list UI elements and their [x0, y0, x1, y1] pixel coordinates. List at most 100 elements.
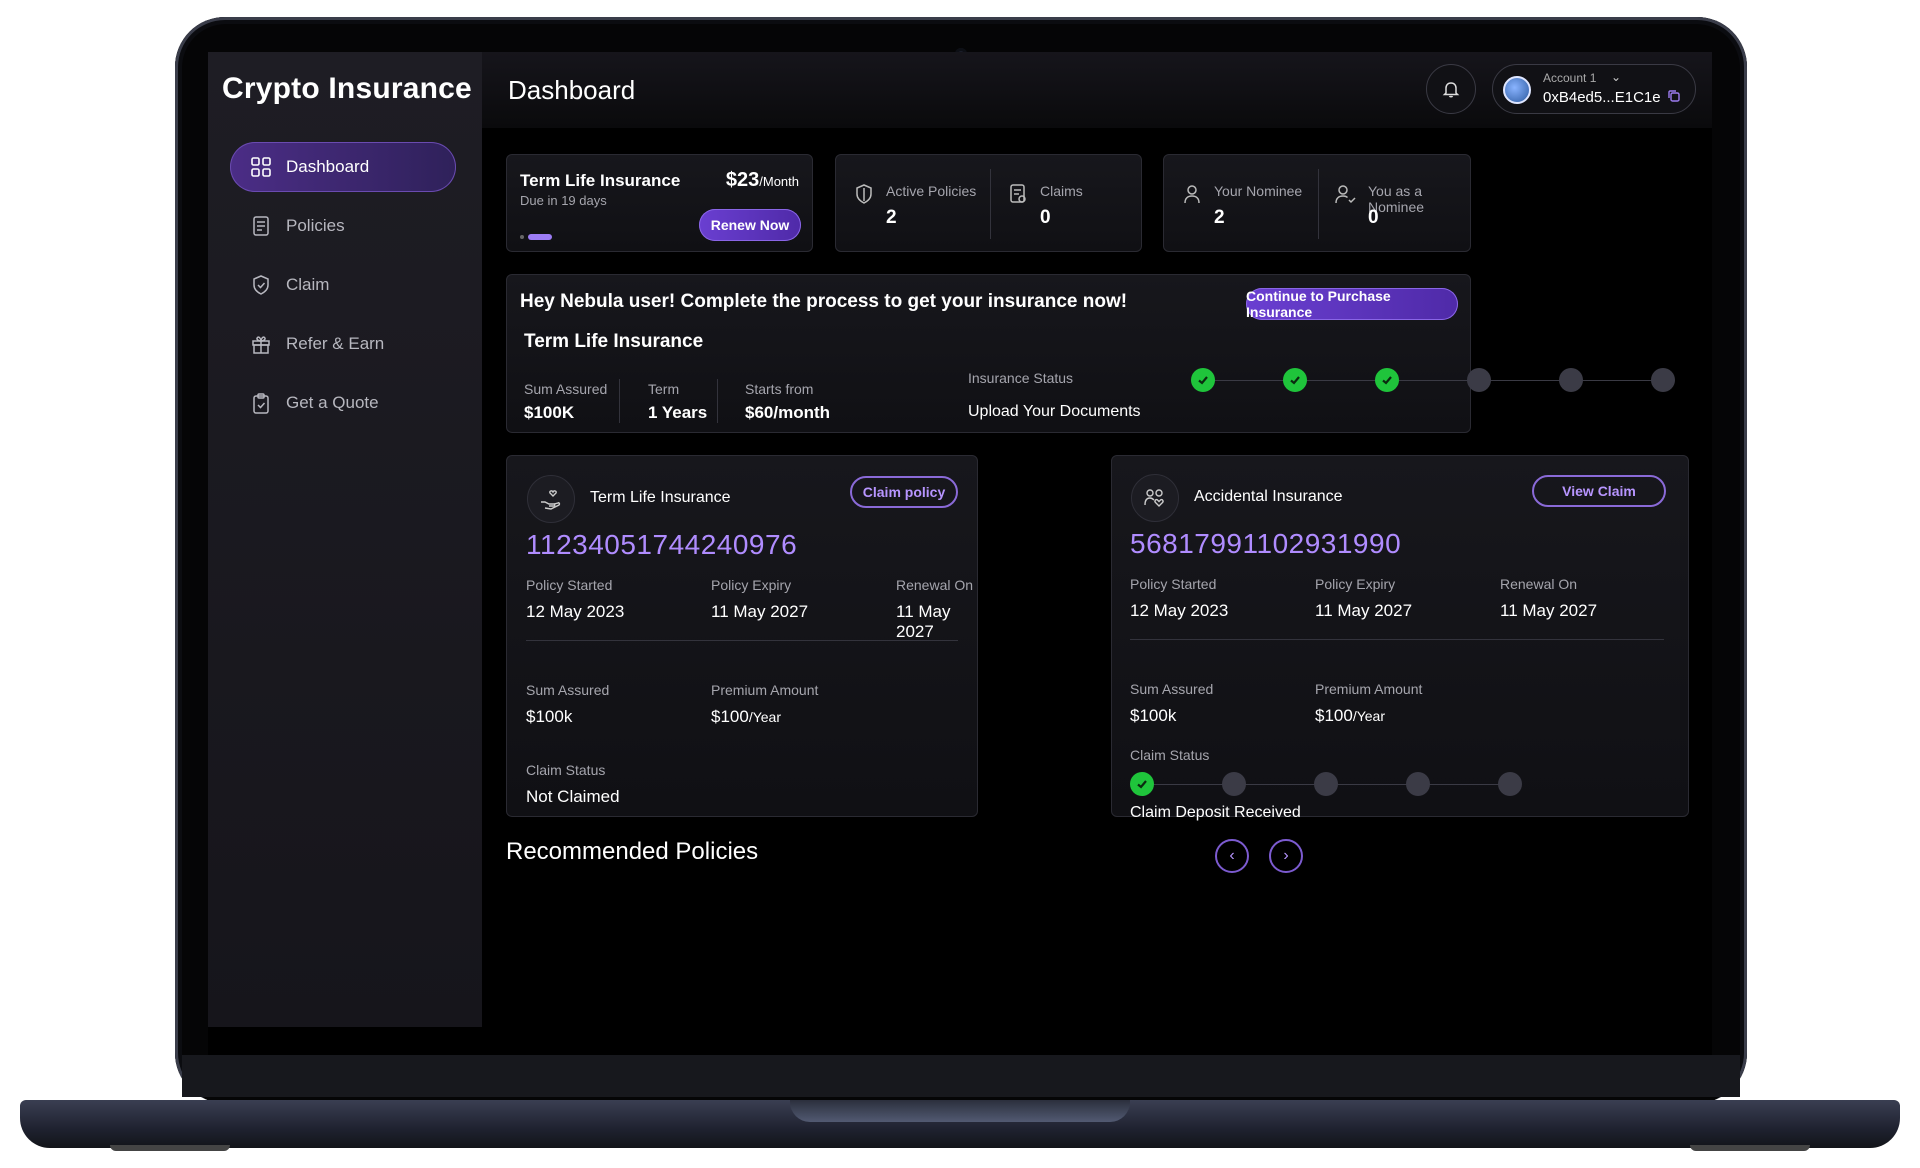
stepper-track	[1203, 380, 1663, 381]
claim-status-value: Claim Deposit Received	[1130, 804, 1301, 821]
policy-stats-card: Active Policies 2 Claims 0	[835, 154, 1142, 252]
document-icon	[250, 215, 272, 237]
divider	[619, 379, 620, 423]
as-nominee-label: You as a Nominee	[1368, 183, 1425, 215]
carousel-dot[interactable]	[520, 235, 524, 239]
wallet-avatar	[1503, 76, 1531, 104]
user-check-icon	[1335, 185, 1356, 204]
user-icon	[1184, 185, 1200, 204]
recommended-title: Recommended Policies	[506, 838, 759, 865]
topbar: Dashboard Account 1 ⌄ 0xB4ed5...E1C1e	[482, 52, 1712, 128]
policy-card-content: Accidental Insurance View Claim 56817991…	[1111, 455, 1689, 821]
laptop-foot-left	[110, 1145, 230, 1151]
nominee-label: Your Nominee	[1214, 183, 1303, 199]
policy-number: 11234051744240976	[526, 529, 798, 560]
renewal-value: 11 May 2027	[896, 602, 951, 641]
account-label: Account 1	[1543, 71, 1597, 85]
policy-card: Term Life Insurance Claim policy 1123405…	[506, 455, 978, 817]
hand-heart-icon	[527, 475, 575, 523]
step-pending-icon	[1559, 368, 1583, 392]
sidebar: Crypto Insurance Dashboard Policies Clai…	[208, 52, 482, 1027]
purchase-headline: Hey Nebula user! Complete the process to…	[520, 291, 1128, 312]
step-pending-icon	[1314, 772, 1338, 796]
policy-started-value: 12 May 2023	[1130, 601, 1229, 620]
page-title: Dashboard	[508, 75, 636, 105]
shield-icon	[856, 184, 872, 204]
premium-unit: /Year	[1352, 708, 1386, 724]
renew-now-button[interactable]: Renew Now	[699, 209, 801, 241]
sidebar-item-refer-earn[interactable]: Refer & Earn	[230, 319, 456, 369]
continue-purchase-button[interactable]: Continue to Purchase Insurance	[1246, 288, 1458, 320]
premium-value: $100	[711, 707, 749, 726]
step-pending-icon	[1222, 772, 1246, 796]
starts-from-label: Starts from	[745, 381, 814, 397]
as-nominee-value: 0	[1368, 207, 1379, 228]
premium-value: $100	[1315, 706, 1353, 725]
term-label: Term	[648, 381, 680, 397]
policy-number: 56817991102931990	[1130, 528, 1402, 559]
renewal-label: Renewal On	[896, 577, 974, 593]
claims-value: 0	[1040, 207, 1051, 228]
renewal-price: $23	[725, 169, 760, 191]
claim-policy-button[interactable]: Claim policy	[850, 476, 958, 508]
nominee-stats-card: Your Nominee 2 You as a Nominee 0	[1163, 154, 1471, 252]
policy-started-label: Policy Started	[1130, 576, 1217, 592]
brand-title: Crypto Insurance	[222, 72, 472, 105]
shield-check-icon	[250, 274, 272, 296]
divider	[990, 169, 991, 239]
step-complete-icon	[1375, 368, 1399, 392]
divider	[717, 379, 718, 423]
sum-assured-label: Sum Assured	[524, 381, 608, 397]
insurance-status-text: Upload Your Documents	[968, 403, 1141, 420]
gift-icon	[250, 333, 272, 355]
divider	[1130, 639, 1664, 640]
sidebar-item-policies[interactable]: Policies	[230, 201, 456, 251]
term-value: 1 Years	[648, 403, 708, 422]
sidebar-item-label: Policies	[286, 216, 345, 235]
prev-button[interactable]: ‹	[1215, 839, 1249, 873]
copy-icon[interactable]	[1667, 89, 1681, 103]
sum-assured-label: Sum Assured	[526, 682, 610, 698]
account-selector[interactable]: Account 1 ⌄ 0xB4ed5...E1C1e	[1492, 64, 1696, 114]
sum-assured-value: $100K	[524, 403, 575, 422]
step-pending-icon	[1498, 772, 1522, 796]
starts-from-value: $60/month	[745, 403, 831, 422]
policy-name: Accidental Insurance	[1194, 488, 1343, 505]
next-button[interactable]: ›	[1269, 839, 1303, 873]
chevron-left-icon: ‹	[1229, 847, 1235, 864]
premium-value-group: $100/Year	[711, 707, 781, 727]
renewal-value: 11 May 2027	[1500, 601, 1598, 620]
step-pending-icon	[1406, 772, 1430, 796]
renewal-price-unit: /Month	[759, 174, 799, 189]
sidebar-item-claim[interactable]: Claim	[230, 260, 456, 310]
renewal-title: Term Life Insurance	[520, 171, 681, 190]
sidebar-item-label: Claim	[286, 275, 330, 294]
policy-expiry-label: Policy Expiry	[1315, 576, 1396, 592]
grid-icon	[250, 156, 272, 178]
notifications-button[interactable]	[1426, 64, 1476, 114]
laptop-chin	[182, 1055, 1740, 1097]
policy-expiry-value: 11 May 2027	[711, 602, 809, 621]
active-policies-label: Active Policies	[886, 183, 977, 199]
carousel-dot-active[interactable]	[528, 234, 552, 240]
renewal-due: Due in 19 days	[520, 193, 607, 208]
chevron-right-icon: ›	[1283, 847, 1289, 864]
nominee-value: 2	[1214, 207, 1225, 228]
laptop-foot-right	[1690, 1145, 1810, 1151]
premium-unit: /Year	[748, 709, 782, 725]
claim-status-value: Not Claimed	[526, 787, 620, 806]
step-complete-icon	[1191, 368, 1215, 392]
sidebar-item-dashboard[interactable]: Dashboard	[230, 142, 456, 192]
laptop-notch	[790, 1100, 1130, 1122]
view-claim-button[interactable]: View Claim	[1532, 475, 1666, 507]
premium-label: Premium Amount	[711, 682, 819, 698]
active-policies-value: 2	[886, 207, 897, 228]
renewal-price-group: $23/Month	[726, 169, 799, 192]
sidebar-item-get-quote[interactable]: Get a Quote	[230, 378, 456, 428]
step-complete-icon	[1130, 772, 1154, 796]
sidebar-item-label: Dashboard	[286, 157, 370, 176]
product-name: Term Life Insurance	[524, 331, 704, 352]
divider	[526, 640, 958, 641]
claim-status-label: Claim Status	[1130, 747, 1210, 763]
claim-status-label: Claim Status	[526, 762, 606, 778]
